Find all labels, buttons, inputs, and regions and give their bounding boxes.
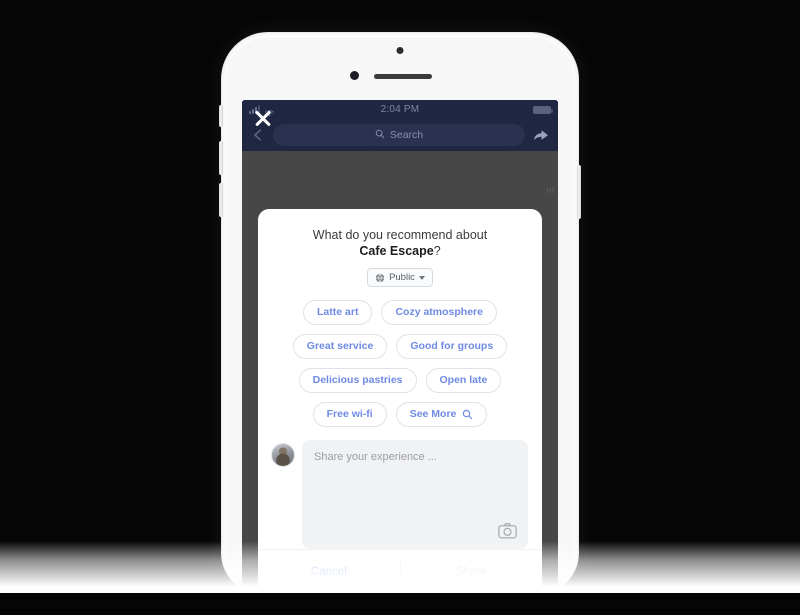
tag-row: Free wi-fi See More bbox=[272, 401, 528, 427]
tag-pill[interactable]: See More bbox=[395, 401, 488, 427]
phone-device: 2:04 PM Search nt What do you recommend … bbox=[219, 33, 581, 593]
chevron-down-icon bbox=[418, 275, 425, 280]
privacy-selector[interactable]: Public bbox=[367, 268, 433, 287]
tag-pill[interactable]: Cozy atmosphere bbox=[381, 299, 497, 325]
tag-pill-label: Good for groups bbox=[410, 339, 494, 352]
place-name: Cafe Escape bbox=[359, 244, 434, 258]
tag-pill[interactable]: Free wi-fi bbox=[312, 401, 387, 427]
tag-pill-label: Open late bbox=[439, 373, 488, 386]
share-arrow-icon[interactable] bbox=[532, 126, 550, 144]
tag-pill-label: Great service bbox=[306, 339, 374, 352]
tag-pill[interactable]: Open late bbox=[425, 367, 502, 393]
composer-input-row: Share your experience ... bbox=[272, 439, 528, 549]
tag-pill-label: Delicious pastries bbox=[312, 373, 403, 386]
title-prefix: What do you recommend about bbox=[312, 228, 488, 242]
composer-action-bar: Cancel Share bbox=[258, 549, 542, 593]
tag-row: Great service Good for groups bbox=[272, 333, 528, 359]
nav-row: Search bbox=[242, 119, 558, 151]
phone-screen: 2:04 PM Search nt What do you recommend … bbox=[242, 100, 558, 593]
tag-pill[interactable]: Delicious pastries bbox=[298, 367, 417, 393]
status-bar: 2:04 PM bbox=[242, 100, 558, 119]
search-icon bbox=[375, 126, 385, 144]
tag-pill-list: Latte art Cozy atmosphere Great service Goo… bbox=[272, 299, 528, 436]
close-icon[interactable] bbox=[253, 109, 272, 128]
camera-icon[interactable] bbox=[498, 522, 517, 539]
tag-row: Delicious pastries Open late bbox=[272, 367, 528, 393]
silent-switch[interactable] bbox=[219, 105, 223, 127]
front-camera-icon bbox=[396, 47, 404, 54]
tag-pill[interactable]: Latte art bbox=[303, 299, 373, 325]
status-time: 2:04 PM bbox=[380, 104, 420, 115]
share-button[interactable]: Share bbox=[401, 566, 543, 578]
tag-pill-label: Free wi-fi bbox=[326, 407, 373, 420]
page-title: What do you recommend about Cafe Escape? bbox=[272, 227, 528, 259]
earpiece-speaker bbox=[374, 74, 432, 79]
battery-icon bbox=[533, 105, 553, 114]
back-chevron-icon[interactable] bbox=[250, 127, 266, 143]
globe-icon bbox=[375, 273, 385, 283]
tag-pill[interactable]: Good for groups bbox=[396, 333, 508, 359]
search-placeholder: Search bbox=[389, 129, 424, 141]
cancel-button[interactable]: Cancel bbox=[258, 566, 400, 578]
title-suffix: ? bbox=[433, 244, 441, 258]
volume-up-button[interactable] bbox=[219, 141, 223, 175]
modal-backdrop[interactable]: nt What do you recommend about Cafe Esca… bbox=[242, 151, 558, 593]
bottom-mask bbox=[0, 593, 800, 615]
app-header: 2:04 PM Search bbox=[242, 100, 558, 151]
privacy-label: Public bbox=[389, 272, 415, 283]
proximity-sensor-icon bbox=[350, 71, 359, 80]
volume-down-button[interactable] bbox=[219, 183, 223, 217]
tag-pill-label: See More bbox=[409, 407, 457, 420]
share-experience-input[interactable]: Share your experience ... bbox=[302, 439, 528, 549]
search-icon bbox=[462, 409, 473, 420]
search-input[interactable]: Search bbox=[273, 124, 525, 146]
tag-row: Latte art Cozy atmosphere bbox=[272, 299, 528, 325]
avatar bbox=[272, 443, 294, 466]
tag-pill[interactable]: Great service bbox=[292, 333, 388, 359]
backdrop-ghost-text: nt bbox=[546, 185, 555, 195]
tag-pill-label: Latte art bbox=[317, 305, 359, 318]
power-button[interactable] bbox=[577, 165, 581, 219]
input-placeholder: Share your experience ... bbox=[314, 450, 437, 463]
recommendation-composer-card: What do you recommend about Cafe Escape?… bbox=[258, 209, 542, 593]
tag-pill-label: Cozy atmosphere bbox=[395, 305, 483, 318]
